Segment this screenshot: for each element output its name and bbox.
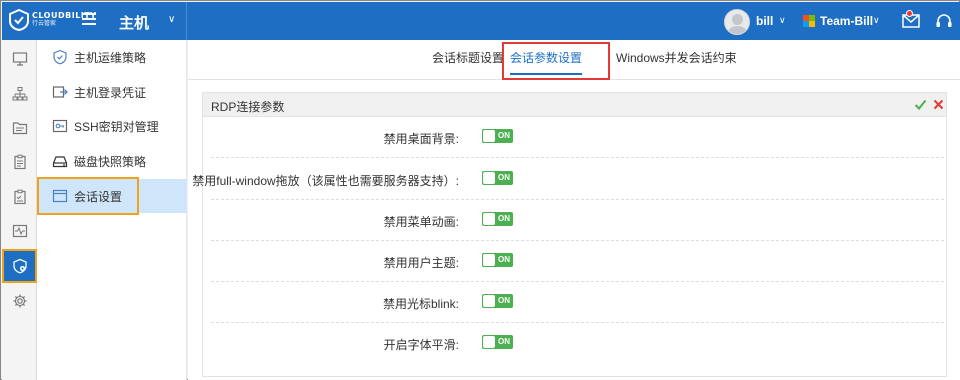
disk-snapshot-icon: [52, 153, 68, 169]
tab-session-params[interactable]: 会话参数设置: [510, 40, 583, 80]
top-bar: CLOUDBILITY 行云管家 主机 ∨ bill ∨ Team-Bill ∨: [2, 2, 960, 40]
submenu-item-label: 主机运维策略: [74, 50, 147, 65]
submenu-item-label: 主机登录凭证: [74, 85, 147, 100]
key-card-icon: [52, 118, 68, 134]
disable-full-window-drag-toggle[interactable]: ON: [482, 171, 513, 185]
param-row: 禁用菜单动画: ON: [211, 200, 944, 241]
rail-security-settings-icon[interactable]: [2, 249, 37, 283]
param-row: 禁用用户主题: ON: [211, 241, 944, 282]
rail-clipboard-icon[interactable]: [2, 145, 37, 179]
font-smoothing-toggle[interactable]: ON: [482, 335, 513, 349]
user-chevron-down-icon[interactable]: ∨: [779, 15, 786, 26]
team-chevron-down-icon[interactable]: ∨: [873, 15, 880, 26]
submenu-item-label: 会话设置: [74, 189, 123, 204]
tab-bar: 会话标题设置 会话参数设置 Windows并发会话约束: [188, 40, 960, 80]
submenu-item-label: 磁盘快照策略: [74, 154, 147, 169]
rail-topology-icon[interactable]: [2, 77, 37, 111]
team-name[interactable]: Team-Bill: [820, 14, 873, 28]
disable-cursor-blink-toggle[interactable]: ON: [482, 294, 513, 308]
brand-logo-icon: [9, 9, 29, 31]
disable-wallpaper-toggle[interactable]: ON: [482, 129, 513, 143]
user-name[interactable]: bill: [756, 14, 773, 28]
rail-gear-icon[interactable]: [2, 284, 37, 318]
close-icon[interactable]: [933, 99, 944, 110]
tab-session-title[interactable]: 会话标题设置: [432, 40, 504, 80]
param-label: 禁用桌面背景:: [383, 132, 459, 146]
panel-title: RDP连接参数: [211, 100, 285, 114]
param-label: 禁用用户主题:: [383, 256, 459, 270]
param-label: 禁用光标blink:: [382, 297, 459, 311]
rail-monitor-icon[interactable]: [2, 42, 37, 76]
param-row: 禁用桌面背景: ON: [211, 117, 944, 158]
submenu-item-session-settings[interactable]: 会话设置: [37, 179, 187, 213]
notification-dot: [906, 10, 913, 17]
submenu: 主机运维策略 主机登录凭证 SSH密钥对管理 磁盘快照策略 会话设置: [37, 40, 187, 380]
rail-folder-icon[interactable]: [2, 111, 37, 145]
submenu-item-ssh-keypair[interactable]: SSH密钥对管理: [37, 109, 187, 143]
headset-support-icon[interactable]: [935, 12, 953, 30]
app-frame: CLOUDBILITY 行云管家 主机 ∨ bill ∨ Team-Bill ∨: [0, 0, 960, 380]
header-divider: [186, 2, 187, 40]
submenu-item-host-ops-policy[interactable]: 主机运维策略: [37, 40, 187, 74]
panel-header: RDP连接参数: [203, 93, 946, 117]
user-avatar[interactable]: [724, 9, 750, 35]
brand-subtitle: 行云管家: [32, 21, 57, 27]
param-row: 禁用光标blink: ON: [211, 282, 944, 323]
team-windows-icon: [803, 15, 815, 27]
submenu-item-label: SSH密钥对管理: [74, 119, 159, 134]
hamburger-menu-icon[interactable]: [82, 13, 96, 27]
session-window-icon: [52, 188, 68, 204]
main-content: 会话标题设置 会话参数设置 Windows并发会话约束 RDP连接参数 禁用桌面…: [188, 40, 960, 380]
param-row: 开启字体平滑: ON: [211, 323, 944, 364]
icon-rail: [2, 40, 37, 380]
chevron-down-icon[interactable]: ∨: [168, 14, 175, 25]
rdp-params-panel: RDP连接参数 禁用桌面背景: ON 禁用full-window拖放（该属性也需…: [192, 92, 947, 377]
shield-check-icon: [52, 49, 68, 65]
disable-menu-animation-toggle[interactable]: ON: [482, 212, 513, 226]
login-credential-icon: [52, 84, 68, 100]
check-icon[interactable]: [914, 98, 927, 111]
submenu-item-login-credential[interactable]: 主机登录凭证: [37, 75, 187, 109]
param-label: 禁用菜单动画:: [383, 215, 459, 229]
rail-checklist-icon[interactable]: [2, 180, 37, 214]
submenu-item-disk-snapshot[interactable]: 磁盘快照策略: [37, 144, 187, 178]
disable-user-theme-toggle[interactable]: ON: [482, 253, 513, 267]
rail-activity-icon[interactable]: [2, 214, 37, 248]
param-label: 开启字体平滑:: [383, 338, 459, 352]
param-label: 禁用full-window拖放（该属性也需要服务器支持）:: [192, 174, 459, 188]
param-row: 禁用full-window拖放（该属性也需要服务器支持）: ON: [192, 159, 944, 200]
tab-windows-concurrent[interactable]: Windows并发会话约束: [616, 40, 737, 80]
module-title[interactable]: 主机: [119, 12, 149, 33]
